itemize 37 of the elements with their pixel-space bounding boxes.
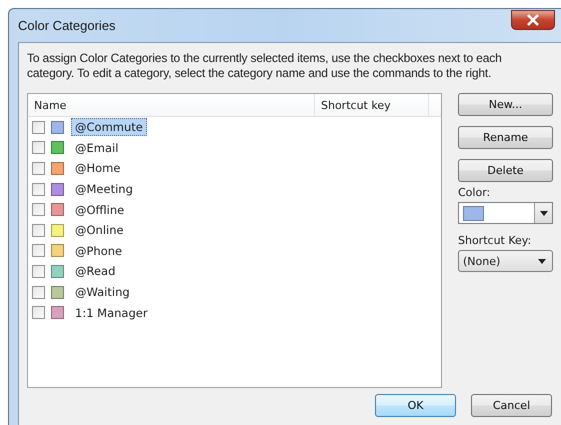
- shortcut-dropdown[interactable]: (None): [458, 250, 553, 272]
- checkbox[interactable]: [32, 244, 45, 258]
- checkbox[interactable]: [32, 224, 45, 237]
- color-label: Color:: [458, 186, 492, 199]
- checkbox[interactable]: [32, 182, 45, 196]
- category-name[interactable]: @Phone: [71, 242, 126, 260]
- category-name[interactable]: @Waiting: [71, 283, 134, 302]
- checkbox[interactable]: [32, 162, 45, 175]
- window-title: Color Categories: [18, 18, 116, 33]
- dialog-button[interactable]: OK: [375, 394, 456, 417]
- category-name[interactable]: @Home: [71, 159, 124, 178]
- shortcut-label: Shortcut Key:: [458, 234, 532, 247]
- checkbox[interactable]: [32, 203, 45, 216]
- checkbox[interactable]: [32, 264, 45, 278]
- close-icon: [526, 14, 540, 26]
- action-button[interactable]: Delete: [458, 159, 553, 182]
- checkbox[interactable]: [32, 141, 45, 154]
- action-button[interactable]: New...: [458, 93, 553, 116]
- category-name[interactable]: 1:1 Manager: [71, 304, 152, 322]
- checkbox[interactable]: [32, 286, 45, 299]
- instructions-text: To assign Color Categories to the currently selected items, use the checkboxes next to each category. To edit a category, select the category name and use the commands to the right.: [27, 51, 503, 81]
- category-name[interactable]: @Read: [71, 262, 120, 280]
- color-dropdown[interactable]: [458, 202, 553, 224]
- dialog-button[interactable]: Cancel: [471, 394, 552, 417]
- checkbox[interactable]: [32, 306, 45, 320]
- column-header[interactable]: Shortcut key: [315, 94, 429, 116]
- category-name[interactable]: @Email: [71, 138, 122, 157]
- category-name[interactable]: @Meeting: [71, 180, 137, 198]
- category-name[interactable]: @Online: [71, 221, 128, 240]
- category-name[interactable]: @Offline: [71, 200, 128, 219]
- dropdown-arrow-icon: [540, 210, 548, 216]
- close-button[interactable]: [511, 10, 555, 30]
- column-header[interactable]: Name: [28, 94, 315, 116]
- dropdown-arrow-icon: [538, 258, 546, 264]
- checkbox[interactable]: [32, 120, 45, 134]
- category-name[interactable]: @Commute: [71, 118, 147, 136]
- action-button[interactable]: Rename: [458, 126, 553, 149]
